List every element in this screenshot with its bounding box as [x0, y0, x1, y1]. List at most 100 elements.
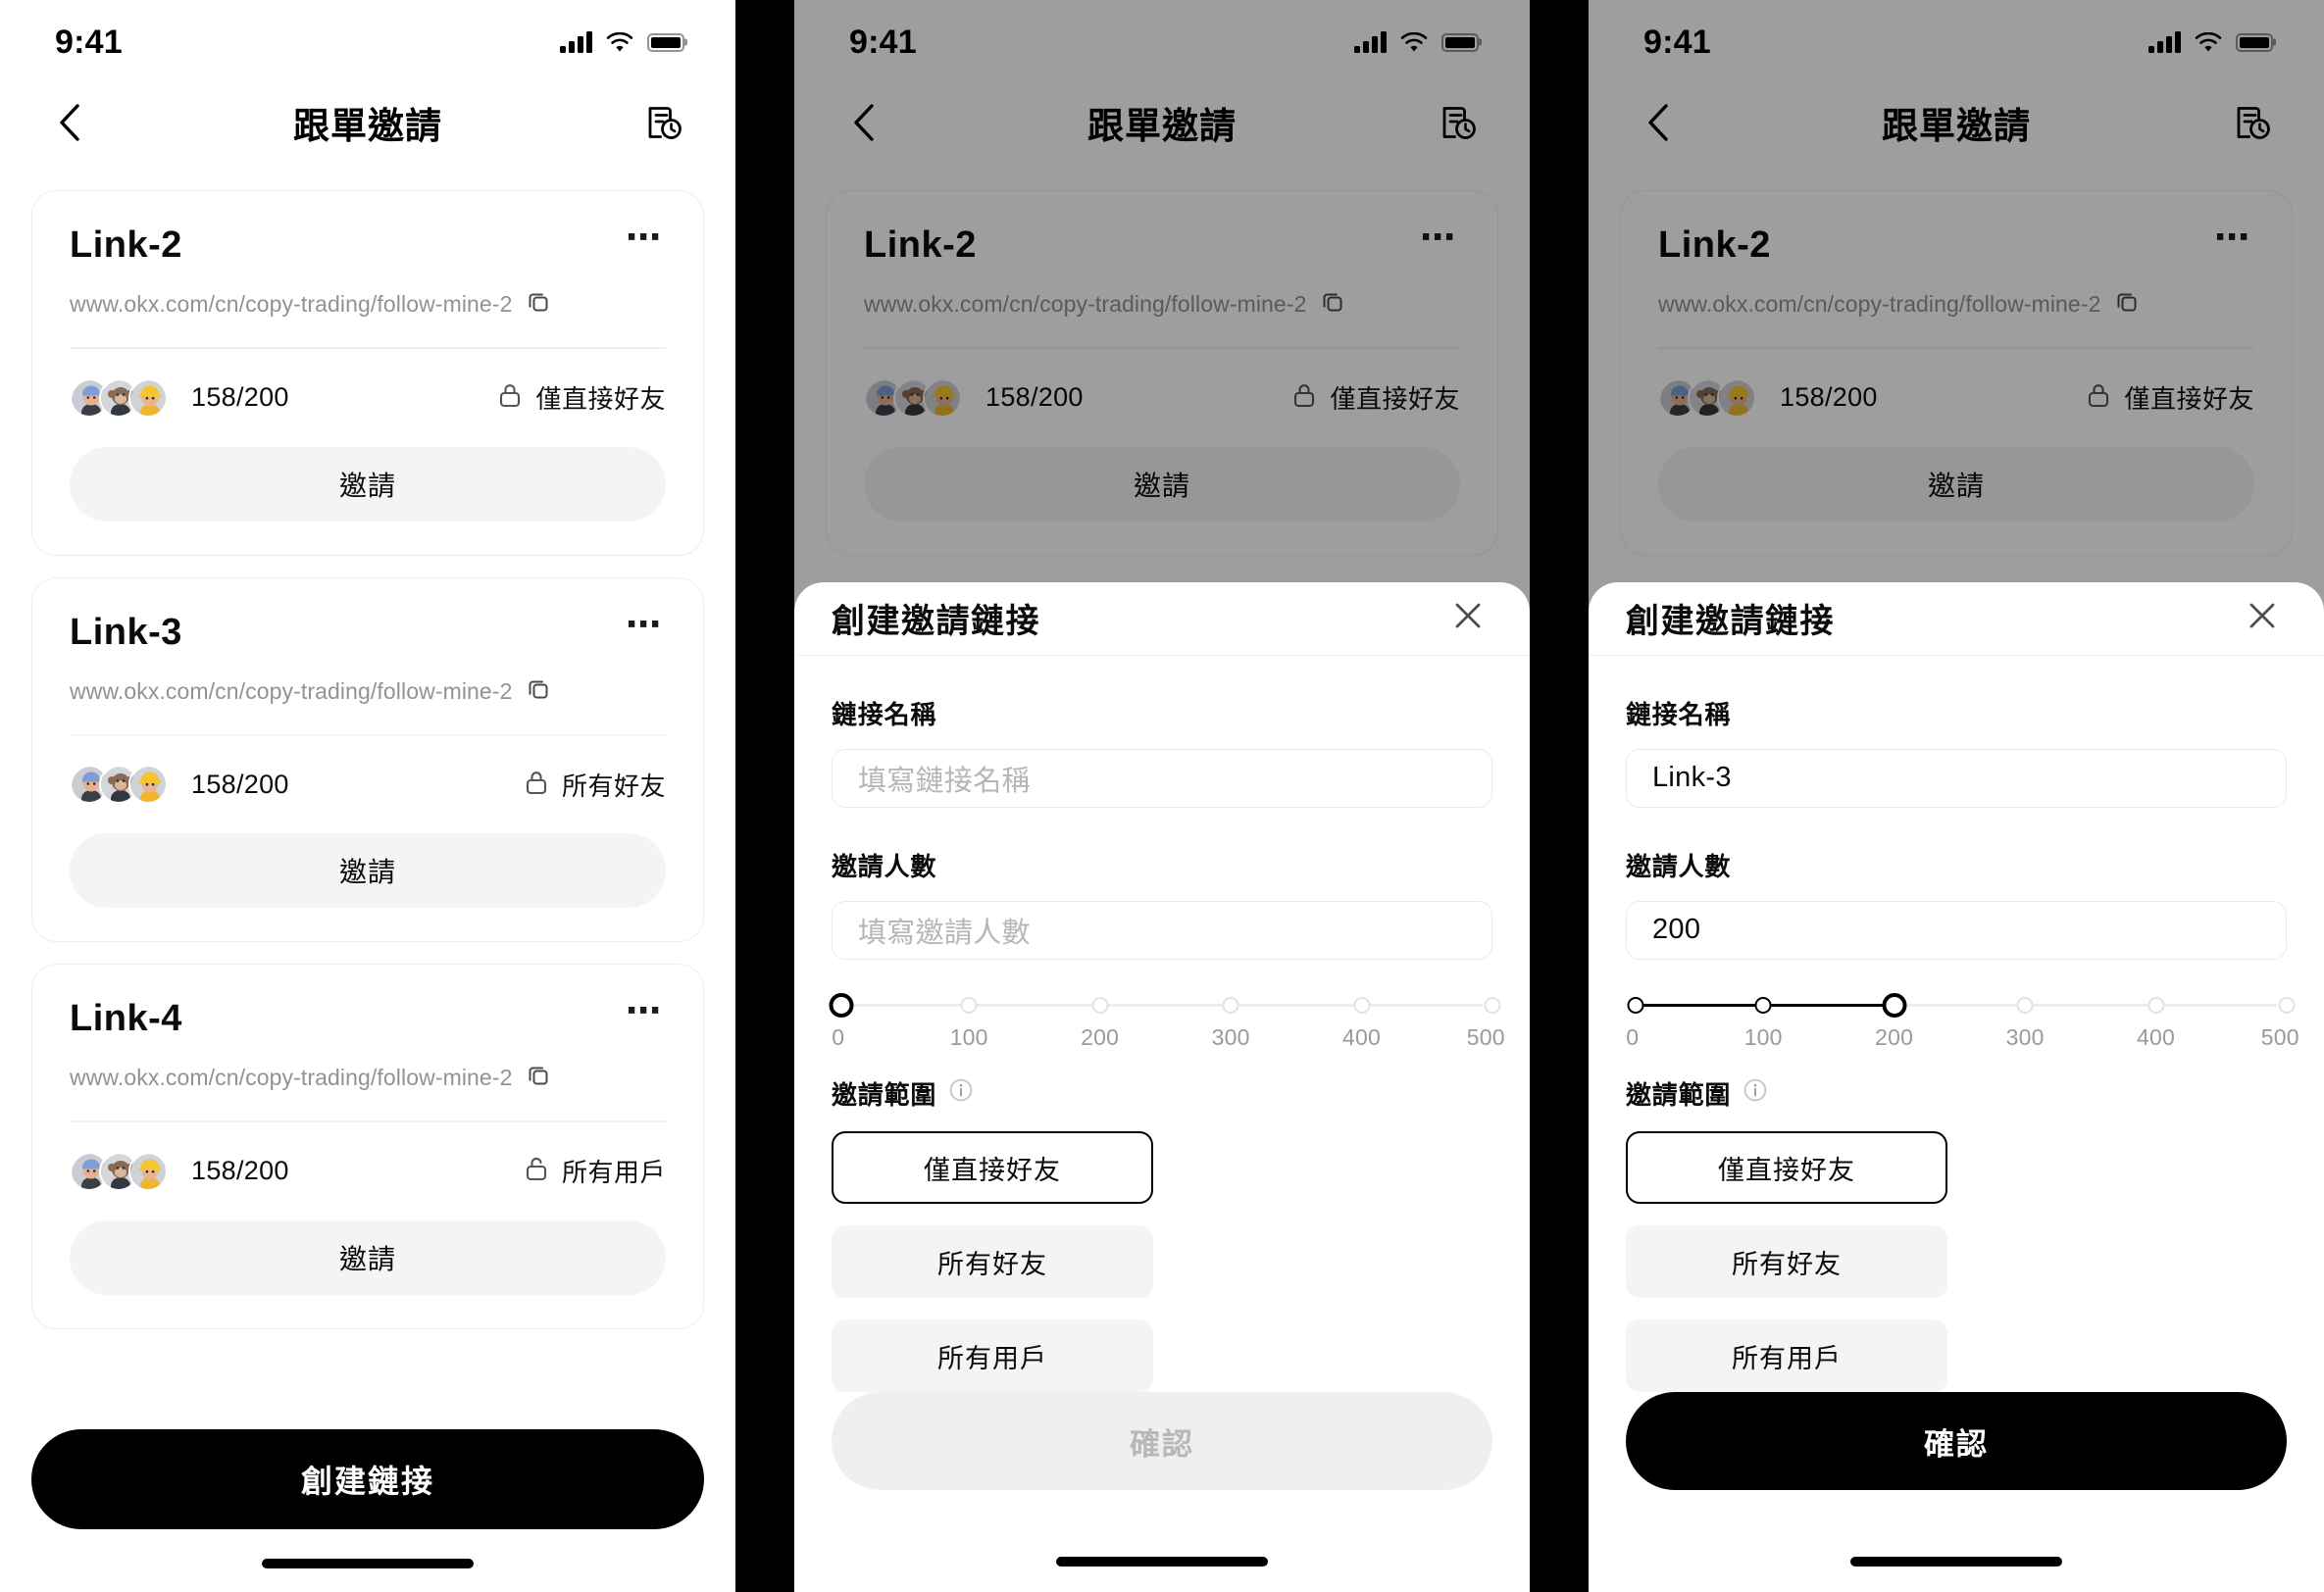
confirm-button[interactable]: 確認	[832, 1392, 1492, 1490]
avatar-group	[70, 377, 168, 418]
home-indicator	[262, 1559, 474, 1568]
avatar-group	[70, 1151, 168, 1191]
wifi-icon	[606, 31, 633, 53]
scope-label: 僅直接好友	[535, 384, 666, 414]
status-bar-icons	[560, 25, 684, 53]
slider-label: 0	[1626, 1023, 1640, 1050]
phone-screen-3: 9:41 跟單邀請 Link-2 ⋯ www.okx.com/cn/copy-t…	[1589, 0, 2324, 1592]
invite-count-slider[interactable]: 0 100 200 300 400 500	[1626, 992, 2299, 1050]
sheet-header: 創建邀請鏈接	[1589, 582, 2324, 656]
info-circle-icon[interactable]	[1743, 1077, 1768, 1110]
more-horizontal-icon[interactable]: ⋯	[612, 220, 666, 260]
copy-icon[interactable]	[526, 289, 551, 320]
back-button[interactable]	[47, 100, 92, 145]
scope-option-all-users[interactable]: 所有用戶	[1626, 1319, 1947, 1392]
more-horizontal-icon[interactable]: ⋯	[612, 606, 666, 647]
link-url: www.okx.com/cn/copy-trading/follow-mine-…	[70, 291, 513, 317]
avatar	[128, 377, 168, 418]
link-card-header: Link-2 ⋯	[70, 220, 666, 266]
slider-tick-100[interactable]	[960, 996, 978, 1014]
link-card-header: Link-3 ⋯	[70, 606, 666, 651]
slider-tick-labels: 0 100 200 300 400 500	[1626, 1023, 2299, 1054]
invite-count-slider[interactable]: 0 100 200 300 400 500	[829, 992, 1505, 1050]
link-name-label: 鏈接名稱	[832, 699, 937, 729]
link-url-row: www.okx.com/cn/copy-trading/follow-mine-…	[70, 676, 666, 707]
history-button[interactable]	[639, 98, 688, 147]
battery-icon	[647, 32, 684, 52]
slider-tick-300[interactable]	[2016, 996, 2034, 1014]
link-url: www.okx.com/cn/copy-trading/follow-mine-…	[70, 677, 513, 704]
copy-icon[interactable]	[526, 1063, 551, 1093]
nav-bar: 跟單邀請	[0, 78, 735, 167]
slider-tick-100[interactable]	[1754, 996, 1772, 1014]
create-invite-link-sheet: 創建邀請鏈接 鏈接名稱 填寫鏈接名稱 邀請人數 填寫邀請人數 0 100 200…	[794, 582, 1530, 1592]
avatar-group	[70, 765, 168, 804]
scope-option-direct-friends[interactable]: 僅直接好友	[1626, 1131, 1947, 1204]
link-name-input[interactable]: 填寫鏈接名稱	[832, 748, 1492, 808]
link-card-title: Link-4	[70, 998, 182, 1039]
slider-label: 200	[1081, 1023, 1120, 1050]
invite-button[interactable]: 邀請	[70, 446, 666, 522]
scope-option-all-users[interactable]: 所有用戶	[832, 1319, 1153, 1392]
slider-tick-500[interactable]	[2278, 996, 2296, 1014]
phone-screen-2: 9:41 跟單邀請 Link-2 ⋯ www.okx.com/cn/copy-t…	[794, 0, 1530, 1592]
invite-count-input[interactable]: 200	[1626, 900, 2287, 960]
scope-option-all-friends[interactable]: 所有好友	[832, 1225, 1153, 1298]
divider	[70, 733, 666, 735]
panel-separator	[1530, 0, 1589, 1592]
link-name-input[interactable]: Link-3	[1626, 748, 2287, 808]
lock-closed-icon	[497, 381, 523, 414]
panel-separator	[735, 0, 794, 1592]
signal-bars-icon	[560, 31, 592, 53]
invite-button[interactable]: 邀請	[70, 1219, 666, 1295]
close-icon[interactable]	[1443, 591, 1492, 645]
slider-tick-0[interactable]	[1627, 996, 1644, 1014]
invite-count-input[interactable]: 填寫邀請人數	[832, 900, 1492, 960]
lock-closed-icon	[524, 769, 549, 801]
home-indicator	[1056, 1557, 1268, 1567]
invite-scope-label: 邀請範圍	[832, 1080, 937, 1110]
sheet-header: 創建邀請鏈接	[794, 582, 1530, 656]
avatar	[128, 765, 168, 804]
sheet-title: 創建邀請鏈接	[832, 603, 1040, 641]
status-bar-time: 9:41	[55, 23, 123, 61]
slider-knob[interactable]	[1882, 992, 1907, 1018]
slider-label: 300	[2005, 1023, 2045, 1050]
slider-label: 400	[2137, 1023, 2176, 1050]
status-bar: 9:41	[0, 0, 735, 78]
info-circle-icon[interactable]	[948, 1077, 974, 1110]
slider-tick-500[interactable]	[1484, 996, 1501, 1014]
slider-tick-400[interactable]	[1353, 996, 1371, 1014]
slider-label: 500	[2260, 1023, 2299, 1050]
link-card-title: Link-2	[70, 224, 182, 266]
slider-label: 400	[1342, 1023, 1382, 1050]
scope-option-all-friends[interactable]: 所有好友	[1626, 1225, 1947, 1298]
slider-tick-400[interactable]	[2147, 996, 2165, 1014]
page-title: 跟單邀請	[293, 106, 442, 146]
slider-label: 500	[1466, 1023, 1505, 1050]
copy-icon[interactable]	[526, 676, 551, 707]
create-invite-link-sheet: 創建邀請鏈接 鏈接名稱 Link-3 邀請人數 200 0 100 200 30…	[1589, 582, 2324, 1592]
scope-label: 所有好友	[561, 771, 666, 801]
slider-knob[interactable]	[829, 992, 854, 1018]
invite-button[interactable]: 邀請	[70, 833, 666, 908]
slider-tick-200[interactable]	[1091, 996, 1109, 1014]
invite-count-label: 邀請人數	[1626, 851, 1732, 881]
divider	[70, 347, 666, 349]
phone-screen-1: 9:41 跟單邀請 Link-2 ⋯ www.okx.com/cn/copy-t…	[0, 0, 735, 1592]
slider-tick-300[interactable]	[1222, 996, 1239, 1014]
link-name-label: 鏈接名稱	[1626, 699, 1732, 729]
link-url-row: www.okx.com/cn/copy-trading/follow-mine-…	[70, 289, 666, 320]
scope-indicator: 所有用戶	[524, 1153, 666, 1189]
slider-label: 0	[832, 1023, 845, 1050]
link-card-meta: 158/200 僅直接好友	[70, 377, 666, 418]
create-link-button[interactable]: 創建鏈接	[31, 1429, 704, 1529]
scope-option-direct-friends[interactable]: 僅直接好友	[832, 1131, 1153, 1204]
close-icon[interactable]	[2238, 591, 2287, 645]
home-indicator	[1850, 1557, 2062, 1567]
slider-tick-labels: 0 100 200 300 400 500	[832, 1023, 1504, 1054]
confirm-button[interactable]: 確認	[1626, 1392, 2287, 1490]
more-horizontal-icon[interactable]: ⋯	[612, 993, 666, 1033]
link-card-header: Link-4 ⋯	[70, 993, 666, 1039]
link-card: Link-2 ⋯ www.okx.com/cn/copy-trading/fol…	[31, 190, 704, 556]
